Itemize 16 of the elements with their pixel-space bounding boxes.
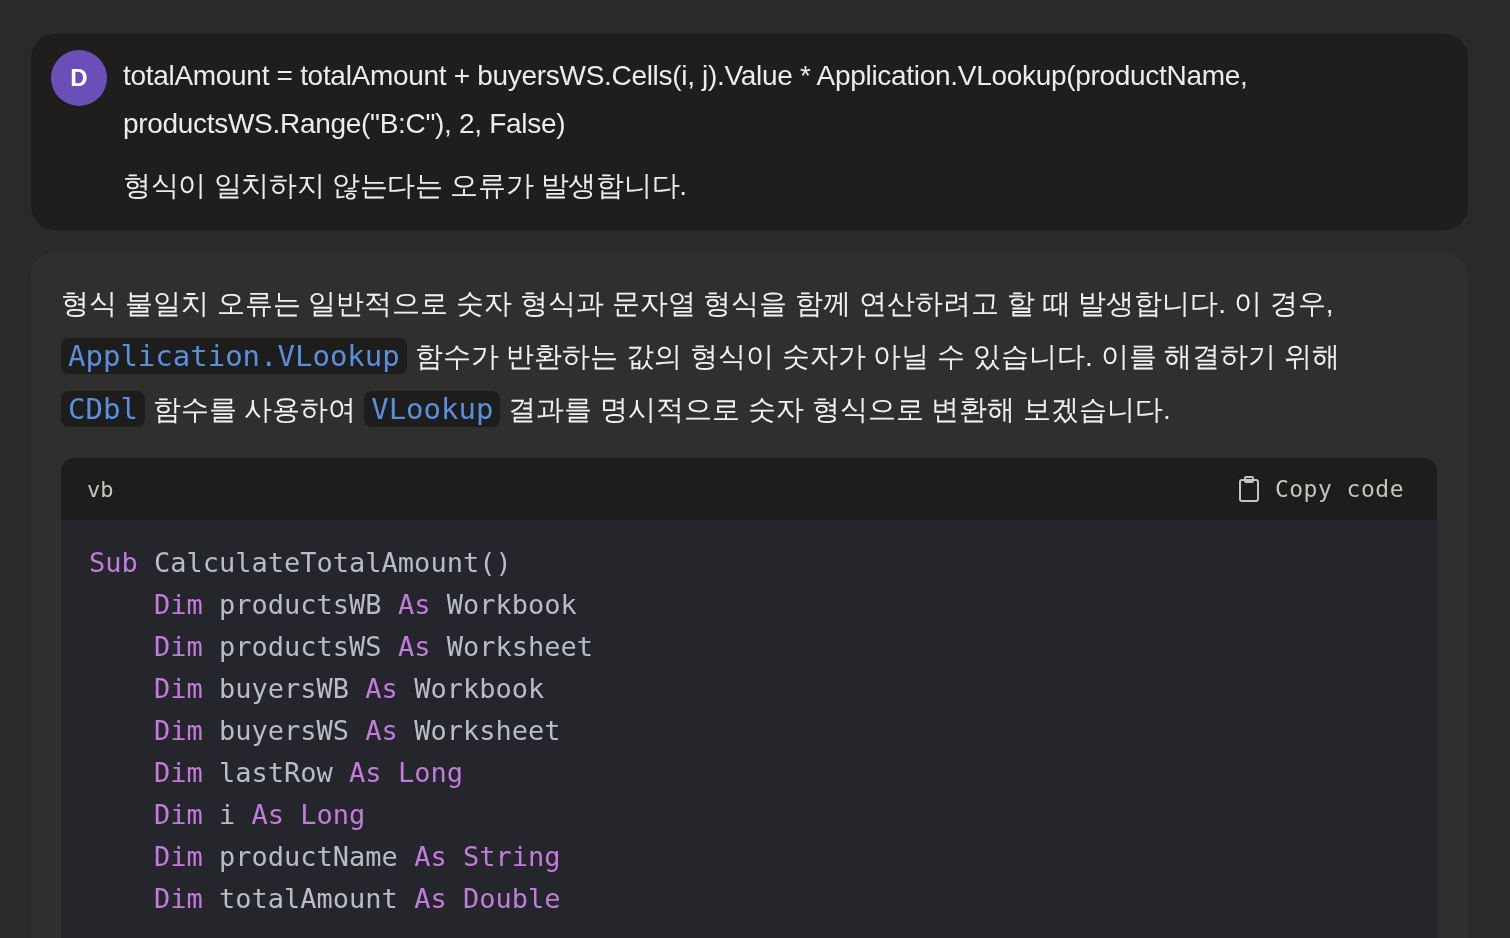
- code-line: Dim productsWB As Workbook: [154, 588, 578, 622]
- code-line: Sub CalculateTotalAmount(): [89, 546, 513, 580]
- avatar: D: [51, 50, 107, 106]
- code-line: Dim buyersWS As Worksheet: [154, 714, 562, 748]
- clipboard-icon: [1238, 476, 1259, 502]
- code-line: Dim productsWS As Worksheet: [154, 630, 594, 664]
- answer-text: 형식 불일치 오류는 일반적으로 숫자 형식과 문자열 형식을 함께 연산하려고 할 때 발생합니다. 이 경우, Application.VLookup 함수가 반환하는 값의 형식이 숫자가 아닐 수 있습니다. 이를 해결하기 위해 CDbl 함수를 사용하여 VLookup 결과를 명시적으로 숫자 형식으로 변환해 보겠습니다.: [61, 287, 1342, 429]
- code-line: Dim productName As String: [154, 840, 562, 874]
- message-text: 형식이 일치하지 않는다는 오류가 발생합니다.: [123, 169, 688, 203]
- code-line: Dim i As Long: [154, 798, 367, 832]
- code-line: Dim totalAmount As Double: [154, 882, 562, 916]
- code-line: Dim buyersWB As Workbook: [154, 672, 546, 706]
- copy-code-button[interactable]: Copy code: [1238, 476, 1404, 502]
- code-line: Dim lastRow As Long: [154, 756, 464, 790]
- message-text: totalAmount = totalAmount + buyersWS.Cells(i, j).Value * Application.VLookup(productName, productsWS.Range("B:C"), 2, False): [123, 59, 1249, 141]
- language-label: vb: [87, 476, 114, 502]
